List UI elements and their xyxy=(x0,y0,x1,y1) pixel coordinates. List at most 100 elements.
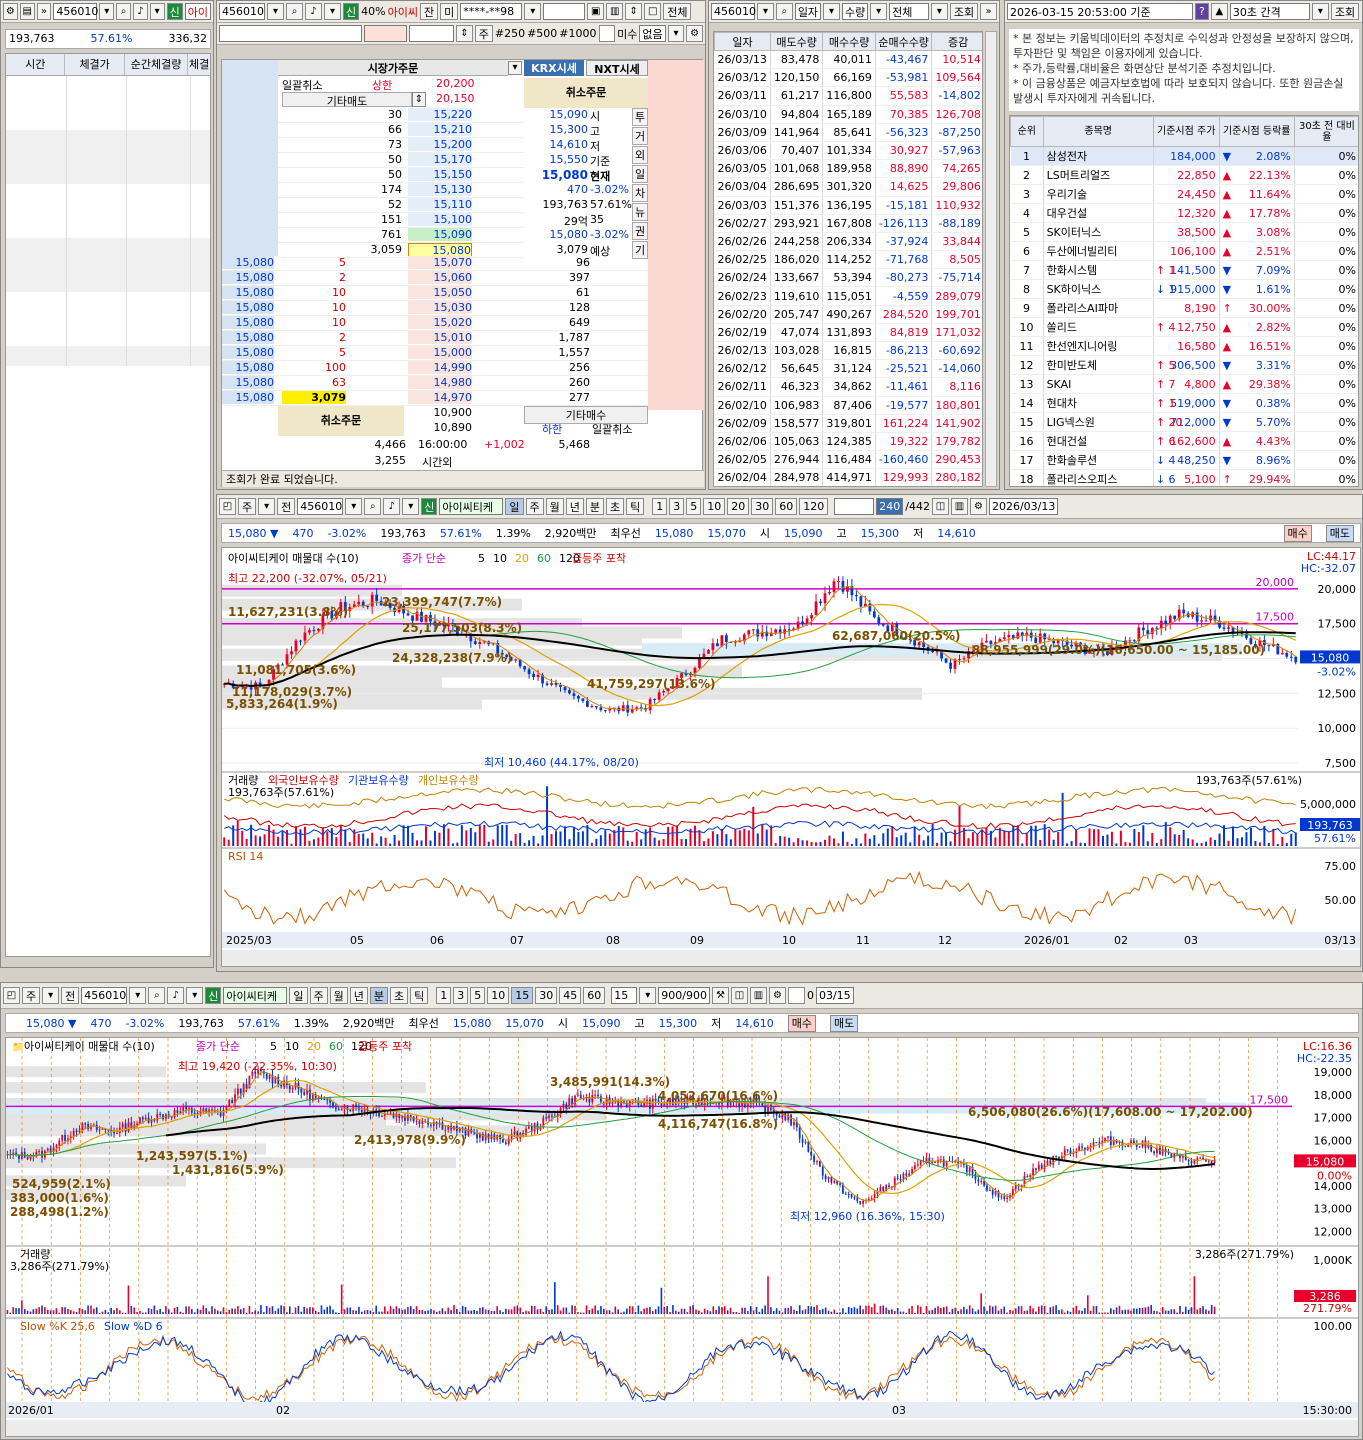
gear-icon[interactable]: ⚙ xyxy=(686,25,703,42)
period-button[interactable]: 틱 xyxy=(410,987,429,1004)
stock-name[interactable]: 현대건설 xyxy=(1047,435,1087,448)
ask-row[interactable]: 66 15,210 xyxy=(278,123,524,138)
table-row[interactable]: 16 현대건설 ↑ 6 162,600 ▲ 4.43% 0% xyxy=(1010,431,1358,451)
side-tab[interactable]: 차 xyxy=(632,184,648,202)
ask-row[interactable]: 73 15,200 xyxy=(278,138,524,153)
table-row[interactable]: 26/03/12 120,150 66,169 -53,981 109,564 xyxy=(714,68,982,88)
stock-name[interactable]: 한미반도체 xyxy=(1047,359,1098,372)
period-button[interactable]: 45 xyxy=(559,987,582,1004)
table-row[interactable]: 6 두산에너빌리티 106,100 ▲ 2.51% 0% xyxy=(1010,241,1358,261)
column-header[interactable]: 기준시점 등락률 xyxy=(1218,116,1295,147)
all-button[interactable]: 전체 xyxy=(663,3,692,20)
bid-row[interactable]: 15,080 5 15,000 1,557 xyxy=(222,346,648,361)
stock-name[interactable]: 대우건설 xyxy=(1047,207,1087,220)
table-row[interactable]: 26/03/11 61,217 116,800 55,583 -14,802 xyxy=(714,86,982,106)
table-row[interactable]: 26/02/06 105,063 124,385 19,322 179,782 xyxy=(714,432,982,452)
ask-row[interactable]: 50 15,170 xyxy=(278,153,524,168)
search-icon[interactable]: ⌕ xyxy=(116,3,131,20)
table-row[interactable]: 5 SK이터닉스 38,500 ▲ 3.08% 0% xyxy=(1010,222,1358,242)
table-row[interactable]: 26/02/12 56,645 31,124 -25,521 -14,060 xyxy=(714,359,982,379)
gear-icon[interactable]: ⚙ xyxy=(969,498,987,515)
stock-name[interactable]: 삼성전자 xyxy=(1047,150,1087,163)
stock-name[interactable]: LS머트리얼즈 xyxy=(1047,169,1111,182)
period-button[interactable]: 3 xyxy=(453,987,469,1004)
period-button[interactable]: 월 xyxy=(545,498,564,515)
stock-name[interactable]: 한선엔지니어링 xyxy=(1047,340,1118,353)
table-row[interactable]: 26/02/25 186,020 114,252 -71,768 8,505 xyxy=(714,250,982,270)
period-button[interactable]: 60 xyxy=(583,987,606,1004)
dropdown-icon[interactable]: ▾ xyxy=(149,3,165,20)
period-button[interactable]: 3 xyxy=(669,498,685,515)
account-input[interactable]: ****-**98 xyxy=(460,3,523,20)
stock-code-input[interactable]: 456010 xyxy=(297,498,344,515)
stock-name[interactable]: SK하이닉스 xyxy=(1047,283,1102,296)
side-tab[interactable]: 뉴 xyxy=(632,203,648,221)
column-header[interactable]: 증감 xyxy=(931,32,982,51)
range-input[interactable] xyxy=(834,498,875,515)
order-qty-input[interactable] xyxy=(363,25,407,42)
table-row[interactable]: 18 폴라리스오피스 ↓ 6 5,100 ↑ 29.94% 0% xyxy=(1010,469,1358,486)
krx-tab[interactable]: KRX시세 xyxy=(524,60,584,76)
dropdown-icon[interactable]: ▾ xyxy=(99,3,115,20)
checkbox[interactable] xyxy=(787,987,805,1004)
period-button[interactable]: 30 xyxy=(751,498,774,515)
period-button[interactable]: 5 xyxy=(686,498,702,515)
search-icon[interactable]: ⌕ xyxy=(775,3,793,20)
stock-name[interactable]: 쏠리드 xyxy=(1047,321,1077,334)
credit-select[interactable]: 없음 xyxy=(639,25,666,42)
refresh-icon[interactable]: ▣ xyxy=(587,3,605,20)
table-row[interactable]: 26/03/06 70,407 101,334 30,927 -57,963 xyxy=(714,141,982,161)
stock-name[interactable]: LIG넥스원 xyxy=(1047,416,1095,429)
table-row[interactable]: 11 한선엔지니어링 16,580 ▲ 16.51% 0% xyxy=(1010,336,1358,356)
dropdown-icon[interactable]: ▾ xyxy=(42,987,60,1004)
scroll-bar[interactable] xyxy=(222,950,1361,966)
period-button[interactable]: 15 xyxy=(511,987,534,1004)
chart-icon[interactable]: ◰ xyxy=(219,498,236,515)
bid-row[interactable]: 15,080 5 15,070 96 xyxy=(222,256,648,271)
table-row[interactable]: 26/03/09 141,964 85,641 -56,323 -87,250 xyxy=(714,123,982,142)
dropdown-icon[interactable]: ▾ xyxy=(870,3,888,20)
scrollbar[interactable] xyxy=(985,31,997,487)
print-icon[interactable]: ▤ xyxy=(19,3,35,20)
scope-select[interactable]: 전체 xyxy=(889,3,929,20)
expand-icon[interactable]: » xyxy=(980,3,997,20)
expand-icon[interactable]: » xyxy=(36,3,52,20)
side-tab[interactable]: 투 xyxy=(632,108,648,126)
table-row[interactable]: 26/02/24 133,667 53,394 -80,273 -75,714 xyxy=(714,268,982,288)
period-button[interactable]: 틱 xyxy=(626,498,645,515)
period-button[interactable]: 10 xyxy=(487,987,510,1004)
speaker-icon[interactable]: ♪ xyxy=(383,498,401,515)
table-row[interactable]: 14 현대차 ↑ 1 519,000 ▼ 0.38% 0% xyxy=(1010,393,1358,413)
date-input[interactable]: 2026/03/13 xyxy=(988,498,1059,515)
dropdown-icon[interactable]: ▾ xyxy=(524,3,542,20)
column-header[interactable]: 순매수수량 xyxy=(874,32,933,51)
chart-icon[interactable]: ◰ xyxy=(3,987,20,1004)
stock-code-input[interactable]: 456010 xyxy=(711,3,756,20)
period-button[interactable]: 10 xyxy=(703,498,726,515)
side-tab[interactable]: 권 xyxy=(632,222,648,240)
stock-name[interactable]: 폴라리스오피스 xyxy=(1047,473,1118,486)
daily-chart[interactable]: 20,00017,50015,00012,50010,0007,50020,00… xyxy=(221,547,1361,967)
stock-name[interactable]: 한화솔루션 xyxy=(1047,454,1098,467)
stock-name[interactable]: 현대차 xyxy=(1047,397,1077,410)
qty-250[interactable]: #250 xyxy=(495,27,525,40)
period-button[interactable]: 주 xyxy=(309,987,328,1004)
table-row[interactable]: 26/02/11 46,323 34,862 -11,461 8,116 xyxy=(714,377,982,397)
cancel-all-label-2[interactable]: 일괄취소 xyxy=(592,421,632,437)
period-button[interactable]: 분 xyxy=(369,987,388,1004)
week-button[interactable]: 주 xyxy=(22,987,41,1004)
bid-row[interactable]: 15,080 2 15,060 397 xyxy=(222,271,648,286)
bid-row[interactable]: 15,080 2 15,010 1,787 xyxy=(222,331,648,346)
stock-code-input[interactable]: 456010 xyxy=(53,3,98,20)
sell-button[interactable]: 매도 xyxy=(1325,524,1354,542)
query-button[interactable]: 조회 xyxy=(1330,3,1360,20)
dropdown-icon[interactable]: ▾ xyxy=(402,498,420,515)
stock-code-input[interactable]: 456010 xyxy=(219,3,265,20)
buy-button[interactable]: 매수 xyxy=(787,1014,817,1032)
period-button[interactable]: 120 xyxy=(799,498,829,515)
dropdown-icon[interactable]: ▾ xyxy=(508,61,522,75)
buy-button[interactable]: 매수 xyxy=(1283,524,1312,542)
period-button[interactable]: 초 xyxy=(606,498,625,515)
dropdown-icon[interactable]: ▾ xyxy=(667,25,685,42)
period-button[interactable]: 일 xyxy=(289,987,308,1004)
